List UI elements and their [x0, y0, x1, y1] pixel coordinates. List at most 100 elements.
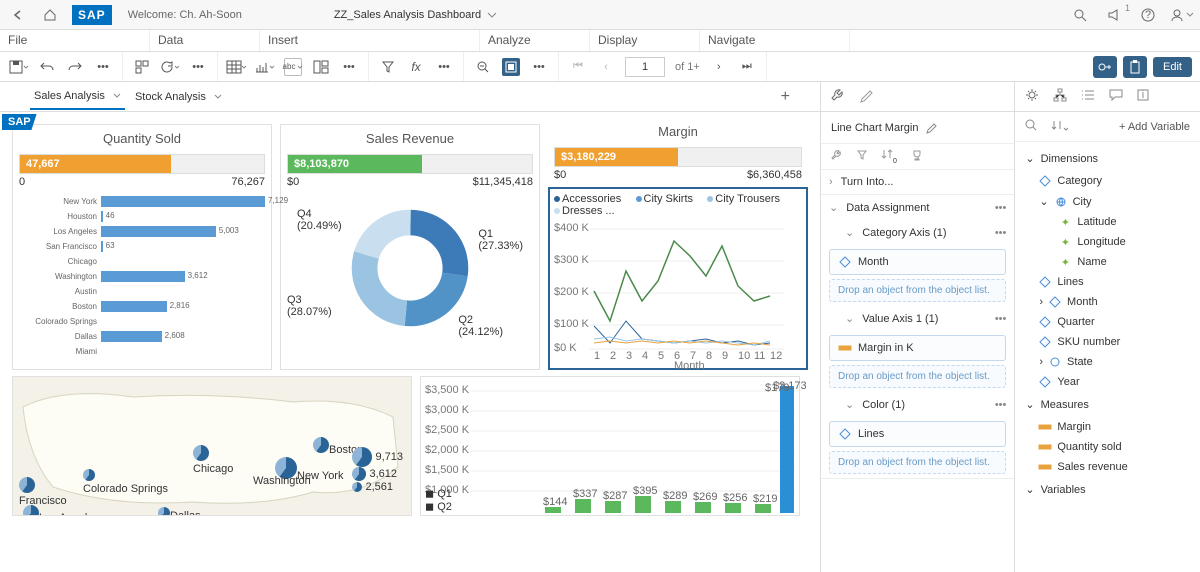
home-icon[interactable] — [40, 5, 60, 25]
tab-sales-analysis[interactable]: Sales Analysis — [30, 84, 125, 110]
menu-file[interactable]: File — [0, 30, 150, 51]
section-color[interactable]: ⌄Color (1)••• — [821, 392, 1014, 417]
more-icon[interactable]: ••• — [340, 58, 358, 76]
prev-page-icon[interactable]: ‹ — [597, 58, 615, 76]
comment-icon[interactable] — [1109, 89, 1123, 104]
edit-button[interactable]: Edit — [1153, 57, 1192, 77]
menu-analyze[interactable]: Analyze — [480, 30, 590, 51]
dim-category[interactable]: Category — [1015, 171, 1200, 191]
user-icon[interactable] — [1172, 5, 1192, 25]
chip-margin-k[interactable]: Margin in K — [829, 335, 1006, 361]
page-input[interactable] — [625, 57, 665, 77]
more-icon[interactable]: ••• — [435, 58, 453, 76]
group-variables[interactable]: ⌄Variables — [1015, 477, 1200, 502]
tile-monthly-bars[interactable]: $3,500 K$3,000 K$2,500 K$2,000 K$1,500 K… — [420, 376, 800, 516]
section-icon[interactable] — [312, 58, 330, 76]
dim-sku[interactable]: SKU number — [1015, 332, 1200, 352]
menu-navigate[interactable]: Navigate — [700, 30, 850, 51]
table-icon[interactable] — [228, 58, 246, 76]
attr-name[interactable]: ✦Name — [1015, 252, 1200, 272]
chip-month[interactable]: Month — [829, 249, 1006, 275]
more-icon[interactable]: ••• — [189, 58, 207, 76]
text-icon[interactable]: abc — [284, 58, 302, 76]
refresh-icon[interactable] — [161, 58, 179, 76]
wrench-small-icon[interactable] — [831, 149, 843, 164]
zoom-icon[interactable] — [474, 58, 492, 76]
more-icon[interactable]: ••• — [995, 227, 1007, 239]
menu-bar: File Data Insert Analyze Display Navigat… — [0, 30, 1200, 52]
dim-month[interactable]: ›Month — [1015, 292, 1200, 312]
group-measures[interactable]: ⌄Measures — [1015, 392, 1200, 417]
section-value-axis[interactable]: ⌄Value Axis 1 (1)••• — [821, 306, 1014, 331]
drop-zone[interactable]: Drop an object from the object list. — [829, 365, 1006, 388]
svg-text:$300 K: $300 K — [554, 254, 590, 266]
more-icon[interactable]: ••• — [530, 58, 548, 76]
tile-quantity-sold[interactable]: Quantity Sold 47,667 076,267 New York7,1… — [12, 124, 272, 370]
info-icon[interactable]: i — [1137, 89, 1149, 104]
wrench-icon[interactable] — [831, 88, 845, 105]
dim-lines[interactable]: Lines — [1015, 272, 1200, 292]
trophy-icon[interactable] — [911, 149, 923, 164]
first-page-icon[interactable]: ⏮ — [569, 58, 587, 76]
section-turn-into[interactable]: ›Turn Into... — [821, 170, 1014, 194]
measure-sales-rev[interactable]: Sales revenue — [1015, 457, 1200, 477]
dashboard-canvas[interactable]: SAP Quantity Sold 47,667 076,267 New Yor… — [0, 112, 820, 572]
chip-lines[interactable]: Lines — [829, 421, 1006, 447]
measure-qty-sold[interactable]: Quantity sold — [1015, 437, 1200, 457]
attr-longitude[interactable]: ✦Longitude — [1015, 232, 1200, 252]
save-icon[interactable] — [10, 58, 28, 76]
filter-icon[interactable] — [379, 58, 397, 76]
drop-zone[interactable]: Drop an object from the object list. — [829, 451, 1006, 474]
dim-city[interactable]: ⌄City — [1015, 191, 1200, 212]
list-icon[interactable] — [1081, 89, 1095, 104]
pencil-icon[interactable] — [926, 120, 938, 135]
drop-zone[interactable]: Drop an object from the object list. — [829, 279, 1006, 302]
back-icon[interactable] — [8, 5, 28, 25]
dim-state[interactable]: ›State — [1015, 352, 1200, 372]
sort-icon[interactable]: 0 — [881, 148, 897, 165]
dim-year[interactable]: Year — [1015, 372, 1200, 392]
chart-icon[interactable] — [256, 58, 274, 76]
add-variable-button[interactable]: + Add Variable — [1119, 121, 1190, 133]
add-tab-button[interactable]: + — [781, 88, 790, 106]
section-category-axis[interactable]: ⌄Category Axis (1)••• — [821, 220, 1014, 245]
more-icon[interactable]: ••• — [995, 399, 1007, 411]
more-icon[interactable]: ••• — [995, 313, 1007, 325]
formula-icon[interactable]: fx — [407, 58, 425, 76]
more-icon[interactable]: ••• — [995, 202, 1007, 214]
group-dimensions[interactable]: ⌄Dimensions — [1015, 146, 1200, 171]
menu-data[interactable]: Data — [150, 30, 260, 51]
filter-small-icon[interactable] — [857, 150, 867, 163]
tile-margin[interactable]: Margin $3,180,229 $0$6,360,458 Accessori… — [548, 124, 808, 370]
more-icon[interactable]: ••• — [94, 58, 112, 76]
hbar-row: Boston2,816 — [19, 299, 265, 314]
tab-stock-analysis[interactable]: Stock Analysis — [131, 85, 226, 109]
section-data-assignment[interactable]: ⌄Data Assignment••• — [821, 195, 1014, 220]
document-title[interactable]: ZZ_Sales Analysis Dashboard — [334, 9, 497, 21]
page-mode-icon[interactable] — [502, 58, 520, 76]
map-tile[interactable]: Chicago Boston New York Washington Color… — [12, 376, 412, 516]
megaphone-icon[interactable]: 1 — [1104, 5, 1124, 25]
sort-toggle-icon[interactable] — [1051, 119, 1069, 134]
search-icon[interactable] — [1070, 5, 1090, 25]
format-icon[interactable] — [859, 88, 873, 105]
key-icon[interactable] — [1093, 56, 1117, 78]
clipboard-icon[interactable] — [1123, 56, 1147, 78]
help-icon[interactable]: ? — [1138, 5, 1158, 25]
hierarchy-icon[interactable] — [1053, 88, 1067, 105]
undo-icon[interactable] — [38, 58, 56, 76]
redo-icon[interactable] — [66, 58, 84, 76]
search-icon[interactable] — [1025, 119, 1037, 134]
dim-quarter[interactable]: Quarter — [1015, 312, 1200, 332]
tile-sales-revenue[interactable]: Sales Revenue $8,103,870 $0$11,345,418 Q… — [280, 124, 540, 370]
menu-display[interactable]: Display — [590, 30, 700, 51]
gear-icon[interactable] — [1025, 88, 1039, 105]
next-page-icon[interactable]: › — [710, 58, 728, 76]
attr-latitude[interactable]: ✦Latitude — [1015, 212, 1200, 232]
last-page-icon[interactable]: ⏭ — [738, 58, 756, 76]
margin-line-chart[interactable]: Accessories City Skirts City Trousers Dr… — [548, 187, 808, 370]
measure-margin[interactable]: Margin — [1015, 417, 1200, 437]
data-source-icon[interactable] — [133, 58, 151, 76]
menu-insert[interactable]: Insert — [260, 30, 480, 51]
line-chart-svg: $400 K $300 K $200 K $100 K $0 K — [554, 221, 784, 361]
